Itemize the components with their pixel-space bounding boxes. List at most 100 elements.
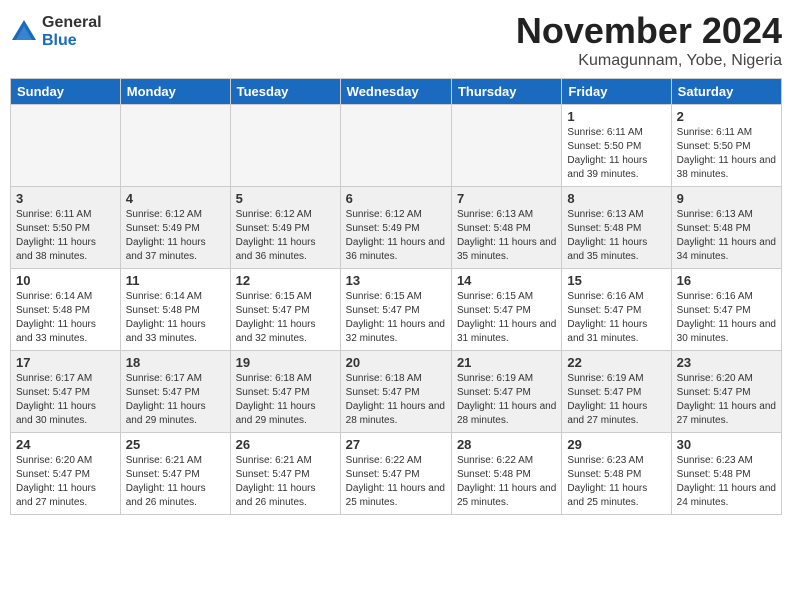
day-number: 28	[457, 437, 556, 452]
calendar-cell: 12 Sunrise: 6:15 AM Sunset: 5:47 PM Dayli…	[230, 269, 340, 351]
calendar-cell: 24 Sunrise: 6:20 AM Sunset: 5:47 PM Dayli…	[11, 433, 121, 515]
calendar-cell: 13 Sunrise: 6:15 AM Sunset: 5:47 PM Dayli…	[340, 269, 451, 351]
day-number: 13	[346, 273, 446, 288]
day-number: 14	[457, 273, 556, 288]
logo-icon	[10, 18, 38, 46]
calendar-cell: 9Sunrise: 6:13 AM Sunset: 5:48 PM Daylig…	[671, 187, 781, 269]
day-info: Sunrise: 6:21 AM Sunset: 5:47 PM Dayligh…	[126, 454, 225, 510]
calendar-cell: 27 Sunrise: 6:22 AM Sunset: 5:47 PM Dayli…	[340, 433, 451, 515]
title-area: November 2024 Kumagunnam, Yobe, Nigeria	[516, 10, 782, 70]
calendar-cell: 20Sunrise: 6:18 AM Sunset: 5:47 PM Dayli…	[340, 351, 451, 433]
day-number: 25	[126, 437, 225, 452]
logo-blue-text: Blue	[42, 32, 102, 50]
calendar-cell: 6Sunrise: 6:12 AM Sunset: 5:49 PM Daylig…	[340, 187, 451, 269]
weekday-header-sunday: Sunday	[11, 79, 121, 105]
day-info: Sunrise: 6:16 AM Sunset: 5:47 PM Dayligh…	[677, 290, 776, 346]
day-info: Sunrise: 6:11 AM Sunset: 5:50 PM Dayligh…	[567, 126, 665, 182]
day-info: Sunrise: 6:15 AM Sunset: 5:47 PM Dayligh…	[236, 290, 335, 346]
weekday-header-monday: Monday	[120, 79, 230, 105]
day-info: Sunrise: 6:23 AM Sunset: 5:48 PM Dayligh…	[567, 454, 665, 510]
calendar-cell: 7 Sunrise: 6:13 AM Sunset: 5:48 PM Daylig…	[451, 187, 561, 269]
day-info: Sunrise: 6:12 AM Sunset: 5:49 PM Dayligh…	[346, 208, 446, 264]
day-info: Sunrise: 6:14 AM Sunset: 5:48 PM Dayligh…	[16, 290, 115, 346]
calendar-cell: 16 Sunrise: 6:16 AM Sunset: 5:47 PM Dayli…	[671, 269, 781, 351]
day-number: 22	[567, 355, 665, 370]
day-number: 8	[567, 191, 665, 206]
calendar-cell: 19 Sunrise: 6:18 AM Sunset: 5:47 PM Dayli…	[230, 351, 340, 433]
day-info: Sunrise: 6:16 AM Sunset: 5:47 PM Dayligh…	[567, 290, 665, 346]
weekday-header-thursday: Thursday	[451, 79, 561, 105]
weekday-header-tuesday: Tuesday	[230, 79, 340, 105]
day-number: 3	[16, 191, 115, 206]
day-info: Sunrise: 6:12 AM Sunset: 5:49 PM Dayligh…	[236, 208, 335, 264]
day-info: Sunrise: 6:13 AM Sunset: 5:48 PM Dayligh…	[457, 208, 556, 264]
calendar-cell	[120, 105, 230, 187]
calendar-header-row: SundayMondayTuesdayWednesdayThursdayFrid…	[11, 79, 782, 105]
day-number: 18	[126, 355, 225, 370]
day-info: Sunrise: 6:14 AM Sunset: 5:48 PM Dayligh…	[126, 290, 225, 346]
day-info: Sunrise: 6:15 AM Sunset: 5:47 PM Dayligh…	[346, 290, 446, 346]
calendar-body: 1Sunrise: 6:11 AM Sunset: 5:50 PM Daylig…	[11, 105, 782, 515]
day-number: 27	[346, 437, 446, 452]
weekday-header-friday: Friday	[562, 79, 671, 105]
day-number: 20	[346, 355, 446, 370]
day-number: 9	[677, 191, 776, 206]
day-info: Sunrise: 6:17 AM Sunset: 5:47 PM Dayligh…	[16, 372, 115, 428]
calendar-cell: 2 Sunrise: 6:11 AM Sunset: 5:50 PM Daylig…	[671, 105, 781, 187]
day-number: 7	[457, 191, 556, 206]
day-number: 23	[677, 355, 776, 370]
day-number: 19	[236, 355, 335, 370]
day-info: Sunrise: 6:11 AM Sunset: 5:50 PM Dayligh…	[16, 208, 115, 264]
calendar-cell: 26 Sunrise: 6:21 AM Sunset: 5:47 PM Dayli…	[230, 433, 340, 515]
calendar-cell: 1Sunrise: 6:11 AM Sunset: 5:50 PM Daylig…	[562, 105, 671, 187]
day-number: 17	[16, 355, 115, 370]
calendar-cell: 21 Sunrise: 6:19 AM Sunset: 5:47 PM Dayli…	[451, 351, 561, 433]
calendar-week-row: 17 Sunrise: 6:17 AM Sunset: 5:47 PM Dayli…	[11, 351, 782, 433]
day-number: 30	[677, 437, 776, 452]
day-number: 29	[567, 437, 665, 452]
calendar-week-row: 10 Sunrise: 6:14 AM Sunset: 5:48 PM Dayli…	[11, 269, 782, 351]
calendar-cell: 3 Sunrise: 6:11 AM Sunset: 5:50 PM Daylig…	[11, 187, 121, 269]
day-info: Sunrise: 6:12 AM Sunset: 5:49 PM Dayligh…	[126, 208, 225, 264]
day-number: 12	[236, 273, 335, 288]
calendar: SundayMondayTuesdayWednesdayThursdayFrid…	[10, 78, 782, 515]
logo: General Blue	[10, 14, 102, 49]
calendar-cell: 30Sunrise: 6:23 AM Sunset: 5:48 PM Dayli…	[671, 433, 781, 515]
day-number: 26	[236, 437, 335, 452]
calendar-cell: 23 Sunrise: 6:20 AM Sunset: 5:47 PM Dayli…	[671, 351, 781, 433]
day-info: Sunrise: 6:21 AM Sunset: 5:47 PM Dayligh…	[236, 454, 335, 510]
day-info: Sunrise: 6:11 AM Sunset: 5:50 PM Dayligh…	[677, 126, 776, 182]
calendar-cell: 10 Sunrise: 6:14 AM Sunset: 5:48 PM Dayli…	[11, 269, 121, 351]
calendar-week-row: 3 Sunrise: 6:11 AM Sunset: 5:50 PM Daylig…	[11, 187, 782, 269]
day-info: Sunrise: 6:22 AM Sunset: 5:47 PM Dayligh…	[346, 454, 446, 510]
day-number: 24	[16, 437, 115, 452]
calendar-cell	[230, 105, 340, 187]
calendar-cell: 28 Sunrise: 6:22 AM Sunset: 5:48 PM Dayli…	[451, 433, 561, 515]
day-info: Sunrise: 6:20 AM Sunset: 5:47 PM Dayligh…	[16, 454, 115, 510]
day-info: Sunrise: 6:19 AM Sunset: 5:47 PM Dayligh…	[457, 372, 556, 428]
day-info: Sunrise: 6:22 AM Sunset: 5:48 PM Dayligh…	[457, 454, 556, 510]
calendar-cell: 5 Sunrise: 6:12 AM Sunset: 5:49 PM Daylig…	[230, 187, 340, 269]
day-number: 16	[677, 273, 776, 288]
day-number: 21	[457, 355, 556, 370]
location-title: Kumagunnam, Yobe, Nigeria	[516, 52, 782, 70]
calendar-cell: 11Sunrise: 6:14 AM Sunset: 5:48 PM Dayli…	[120, 269, 230, 351]
day-number: 10	[16, 273, 115, 288]
calendar-cell: 15 Sunrise: 6:16 AM Sunset: 5:47 PM Dayli…	[562, 269, 671, 351]
day-info: Sunrise: 6:20 AM Sunset: 5:47 PM Dayligh…	[677, 372, 776, 428]
calendar-cell: 22Sunrise: 6:19 AM Sunset: 5:47 PM Dayli…	[562, 351, 671, 433]
calendar-cell: 8 Sunrise: 6:13 AM Sunset: 5:48 PM Daylig…	[562, 187, 671, 269]
calendar-cell	[451, 105, 561, 187]
day-number: 2	[677, 109, 776, 124]
calendar-cell: 4Sunrise: 6:12 AM Sunset: 5:49 PM Daylig…	[120, 187, 230, 269]
calendar-cell: 25 Sunrise: 6:21 AM Sunset: 5:47 PM Dayli…	[120, 433, 230, 515]
calendar-cell: 14 Sunrise: 6:15 AM Sunset: 5:47 PM Dayli…	[451, 269, 561, 351]
day-number: 15	[567, 273, 665, 288]
day-number: 5	[236, 191, 335, 206]
calendar-cell: 17 Sunrise: 6:17 AM Sunset: 5:47 PM Dayli…	[11, 351, 121, 433]
day-info: Sunrise: 6:18 AM Sunset: 5:47 PM Dayligh…	[236, 372, 335, 428]
day-info: Sunrise: 6:13 AM Sunset: 5:48 PM Dayligh…	[567, 208, 665, 264]
day-info: Sunrise: 6:15 AM Sunset: 5:47 PM Dayligh…	[457, 290, 556, 346]
calendar-cell	[11, 105, 121, 187]
weekday-header-saturday: Saturday	[671, 79, 781, 105]
